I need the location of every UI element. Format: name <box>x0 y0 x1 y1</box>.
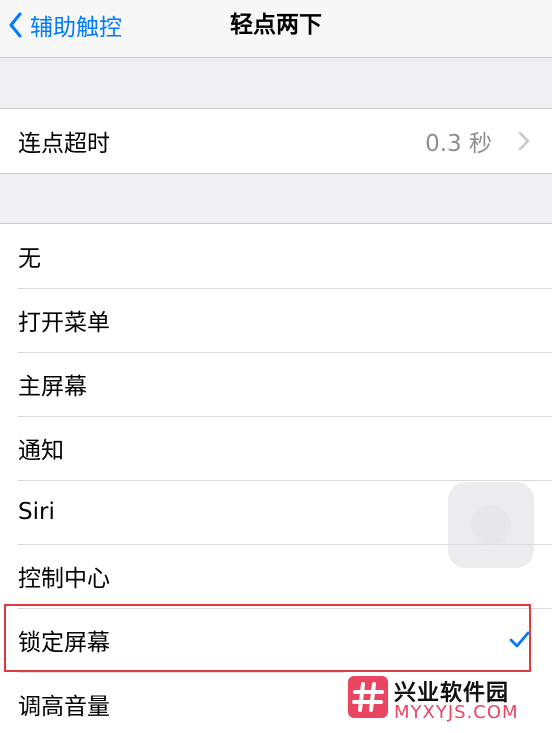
option-label: 调高音量 <box>18 694 110 720</box>
page-title: 轻点两下 <box>230 12 322 38</box>
checkmark-icon <box>509 631 530 648</box>
watermark-url: MYXYJS.COM <box>394 702 519 723</box>
option-label: Siri <box>18 499 55 525</box>
option-open-menu[interactable]: 打开菜单 <box>0 288 552 352</box>
timeout-label: 连点超时 <box>18 131 110 157</box>
timeout-row[interactable]: 连点超时 0.3 秒 <box>0 109 552 173</box>
option-lock-screen[interactable]: 锁定屏幕 <box>0 608 552 672</box>
timeout-group: 连点超时 0.3 秒 <box>0 108 552 174</box>
watermark: 兴业软件园 MYXYJS.COM <box>340 672 552 733</box>
option-notifications[interactable]: 通知 <box>0 416 552 480</box>
option-home-screen[interactable]: 主屏幕 <box>0 352 552 416</box>
option-label: 控制中心 <box>18 566 110 592</box>
hash-logo-icon <box>348 676 388 718</box>
navigation-bar: 辅助触控 轻点两下 <box>0 0 552 58</box>
option-label: 通知 <box>18 438 64 464</box>
timeout-value: 0.3 秒 <box>425 131 492 157</box>
option-label: 主屏幕 <box>18 374 87 400</box>
chevron-right-icon <box>518 131 530 151</box>
option-none[interactable]: 无 <box>0 224 552 288</box>
option-label: 锁定屏幕 <box>18 630 110 656</box>
option-label: 无 <box>18 246 41 272</box>
action-options-list: 无 打开菜单 主屏幕 通知 Siri 控制中心 锁定屏幕 调高音量 <box>0 223 552 733</box>
assistive-touch-button[interactable] <box>448 482 534 568</box>
assistive-touch-inner-circle <box>471 505 511 545</box>
option-label: 打开菜单 <box>18 310 110 336</box>
